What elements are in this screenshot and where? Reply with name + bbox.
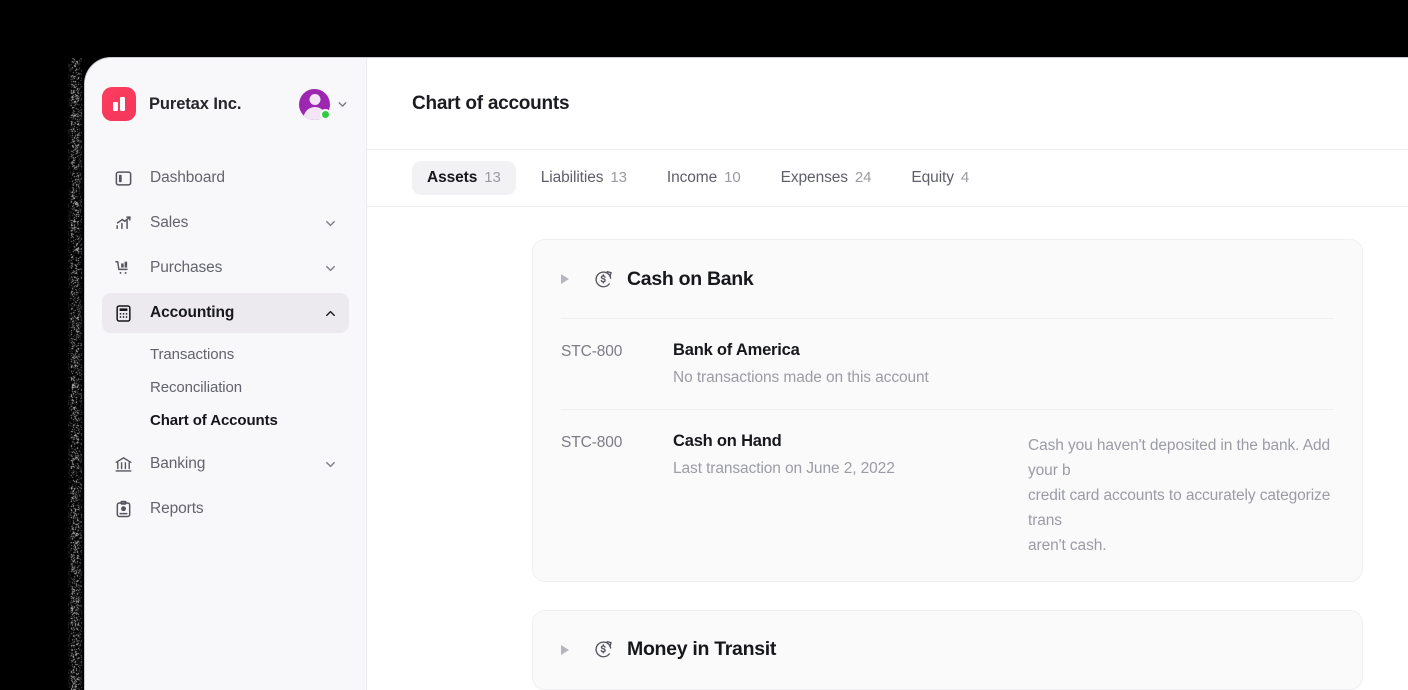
tab-count: 13 bbox=[484, 169, 501, 186]
tab-equity[interactable]: Equity 4 bbox=[896, 161, 984, 195]
account-group-card: Money in Transit bbox=[532, 610, 1363, 690]
tab-count: 4 bbox=[961, 169, 969, 186]
account-row[interactable]: STC-800 Cash on Hand Last transaction on… bbox=[561, 409, 1334, 581]
account-description: Cash you haven't deposited in the bank. … bbox=[1028, 432, 1334, 559]
account-description bbox=[1028, 341, 1334, 342]
tab-label: Expenses bbox=[781, 169, 848, 187]
tab-income[interactable]: Income 10 bbox=[652, 161, 756, 195]
account-type-tabs: Assets 13 Liabilities 13 Income 10 Expen… bbox=[367, 150, 1408, 207]
sidebar-item-label: Banking bbox=[150, 455, 205, 473]
sidebar-item-accounting[interactable]: Accounting bbox=[102, 293, 349, 333]
calculator-icon bbox=[112, 302, 134, 324]
tab-count: 10 bbox=[724, 169, 741, 186]
tab-label: Income bbox=[667, 169, 717, 187]
account-name: Cash on Hand bbox=[673, 432, 1028, 451]
sidebar-subitem-transactions[interactable]: Transactions bbox=[102, 338, 349, 371]
chevron-down-icon[interactable] bbox=[336, 98, 349, 111]
online-status-dot bbox=[320, 109, 331, 120]
sidebar-item-label: Sales bbox=[150, 214, 188, 232]
dashboard-panel-icon bbox=[112, 167, 134, 189]
sidebar-item-purchases[interactable]: Purchases bbox=[102, 248, 349, 288]
tab-label: Assets bbox=[427, 169, 477, 187]
account-name: Bank of America bbox=[673, 341, 1028, 360]
bar-chart-logo-icon bbox=[102, 87, 136, 121]
tab-expenses[interactable]: Expenses 24 bbox=[766, 161, 887, 195]
brand-row: Puretax Inc. bbox=[85, 58, 366, 150]
sidebar: Puretax Inc. Dashboard Sales Purchases A… bbox=[85, 58, 367, 690]
account-code: STC-800 bbox=[561, 432, 673, 452]
account-group-title: Cash on Bank bbox=[627, 268, 753, 291]
dollar-refresh-icon bbox=[593, 269, 614, 290]
app-window: Puretax Inc. Dashboard Sales Purchases A… bbox=[85, 58, 1408, 690]
sidebar-item-dashboard[interactable]: Dashboard bbox=[102, 158, 349, 198]
account-groups-list: Cash on Bank STC-800 Bank of America No … bbox=[367, 207, 1408, 690]
profile-menu[interactable] bbox=[299, 89, 349, 120]
brand-name: Puretax Inc. bbox=[149, 95, 241, 114]
edge-noise-artifact bbox=[68, 58, 82, 690]
page-header: Chart of accounts bbox=[367, 58, 1408, 150]
sidebar-item-label: Reports bbox=[150, 500, 204, 518]
chevron-down-icon[interactable] bbox=[323, 457, 338, 472]
chevron-down-icon[interactable] bbox=[323, 261, 338, 276]
expand-triangle-icon[interactable] bbox=[561, 645, 569, 655]
chevron-down-icon[interactable] bbox=[323, 216, 338, 231]
account-group-card: Cash on Bank STC-800 Bank of America No … bbox=[532, 239, 1363, 582]
chevron-up-icon[interactable] bbox=[323, 306, 338, 321]
tab-label: Equity bbox=[911, 169, 953, 187]
sidebar-item-label: Accounting bbox=[150, 304, 234, 322]
sidebar-subitem-chart-of-accounts[interactable]: Chart of Accounts bbox=[102, 404, 349, 437]
tab-label: Liabilities bbox=[541, 169, 604, 187]
account-row[interactable]: STC-800 Bank of America No transactions … bbox=[561, 318, 1334, 409]
sidebar-item-label: Purchases bbox=[150, 259, 222, 277]
sidebar-item-reports[interactable]: Reports bbox=[102, 489, 349, 529]
tab-assets[interactable]: Assets 13 bbox=[412, 161, 516, 195]
tab-count: 13 bbox=[610, 169, 627, 186]
account-group-title: Money in Transit bbox=[627, 638, 776, 661]
sales-chart-icon bbox=[112, 212, 134, 234]
account-group-header[interactable]: Cash on Bank bbox=[533, 240, 1362, 318]
account-subtext: Last transaction on June 2, 2022 bbox=[673, 460, 1028, 478]
sidebar-item-sales[interactable]: Sales bbox=[102, 203, 349, 243]
shopping-cart-icon bbox=[112, 257, 134, 279]
dollar-refresh-icon bbox=[593, 639, 614, 660]
sidebar-item-label: Dashboard bbox=[150, 169, 225, 187]
bank-icon bbox=[112, 453, 134, 475]
sidebar-item-banking[interactable]: Banking bbox=[102, 444, 349, 484]
page-title: Chart of accounts bbox=[412, 93, 569, 115]
main-content: Chart of accounts Assets 13 Liabilities … bbox=[367, 58, 1408, 690]
account-group-header[interactable]: Money in Transit bbox=[533, 611, 1362, 689]
sidebar-subitem-reconciliation[interactable]: Reconciliation bbox=[102, 371, 349, 404]
expand-triangle-icon[interactable] bbox=[561, 274, 569, 284]
tab-liabilities[interactable]: Liabilities 13 bbox=[526, 161, 642, 195]
account-subtext: No transactions made on this account bbox=[673, 369, 1028, 387]
accounting-submenu: Transactions Reconciliation Chart of Acc… bbox=[102, 338, 349, 437]
tab-count: 24 bbox=[855, 169, 872, 186]
sidebar-nav: Dashboard Sales Purchases Accounting Tra… bbox=[85, 150, 366, 529]
report-clipboard-icon bbox=[112, 498, 134, 520]
account-code: STC-800 bbox=[561, 341, 673, 361]
